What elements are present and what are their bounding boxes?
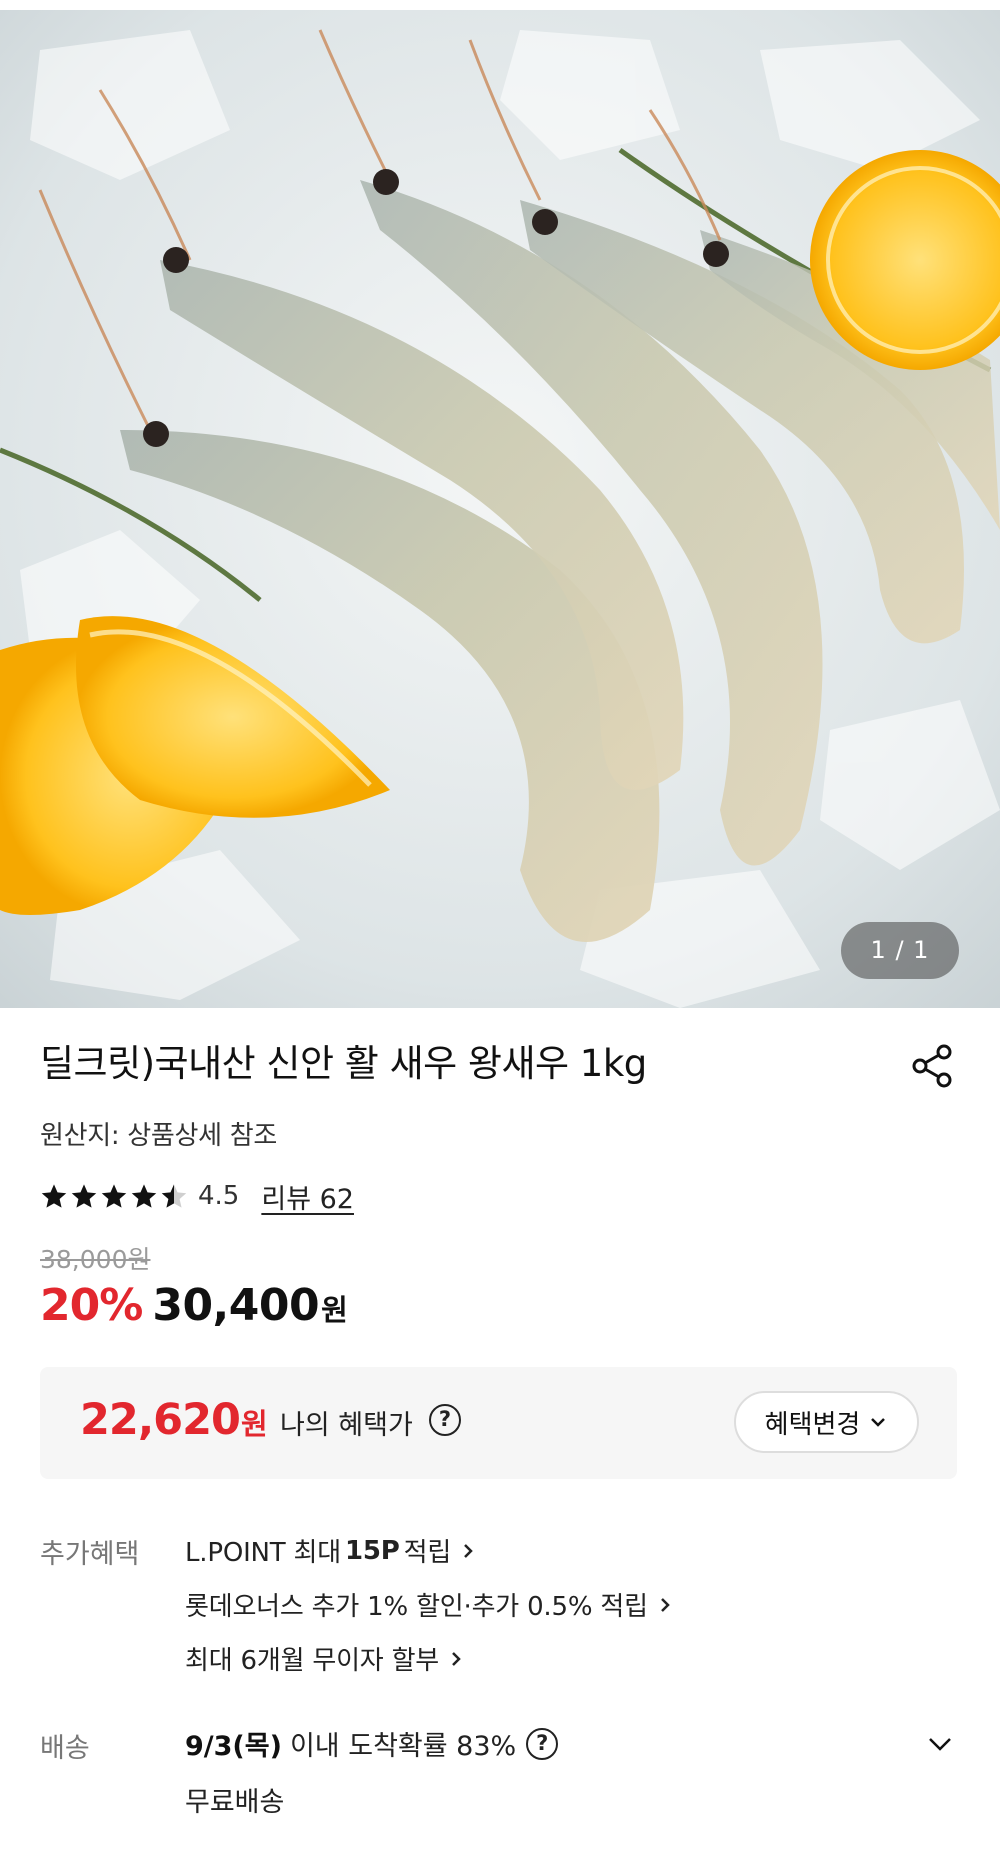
rating-row: 4.5 리뷰 62 xyxy=(40,1176,354,1216)
delivery-label: 배송 xyxy=(40,1733,90,1764)
review-link[interactable]: 리뷰 62 xyxy=(261,1177,354,1216)
help-icon[interactable]: ? xyxy=(526,1727,559,1760)
chevron-right-icon xyxy=(660,1597,670,1612)
delivery-expand-button[interactable] xyxy=(924,1728,956,1760)
price-unit: 원 xyxy=(321,1293,348,1327)
chevron-right-icon xyxy=(464,1543,473,1558)
lotte-owners-benefit-link[interactable]: 롯데오너스 추가 1% 할인·추가 0.5% 적립 xyxy=(185,1586,672,1623)
lotte-owners-text: 롯데오너스 추가 1% 할인·추가 0.5% 적립 xyxy=(185,1592,648,1622)
extra-benefit-label: 추가혜택 xyxy=(40,1539,140,1570)
lpoint-benefit-link[interactable]: L.POINT 최대 15P 적립 xyxy=(185,1532,475,1569)
star-rating xyxy=(40,1182,188,1210)
chevron-right-icon xyxy=(452,1651,461,1666)
original-price: 38,000원 xyxy=(40,1245,151,1274)
star-icon xyxy=(131,1184,157,1208)
help-icon[interactable]: ? xyxy=(429,1404,461,1436)
half-star-icon xyxy=(161,1184,187,1208)
delivery-date: 9/3(목) xyxy=(185,1731,282,1762)
share-icon xyxy=(912,1044,952,1088)
product-image[interactable]: 1 / 1 xyxy=(0,10,1000,1008)
star-icon xyxy=(71,1184,97,1208)
benefit-price-box: 22,620 원 나의 혜택가 ? 혜택변경 xyxy=(40,1367,957,1479)
chevron-down-icon xyxy=(929,1738,951,1751)
change-benefit-button[interactable]: 혜택변경 xyxy=(734,1391,919,1453)
star-icon xyxy=(101,1184,127,1208)
product-detail-page: 1 / 1 딜크릿)국내산 신안 활 새우 왕새우 1kg 원산지: 상품상세 … xyxy=(0,0,1000,1854)
shrimp-photo xyxy=(0,10,1000,1008)
rating-value: 4.5 xyxy=(198,1181,240,1211)
share-button[interactable] xyxy=(908,1042,956,1090)
delivery-estimate: 9/3(목) 이내 도착확률 83% ? xyxy=(185,1724,559,1763)
free-shipping: 무료배송 xyxy=(185,1787,285,1818)
benefit-price-unit: 원 xyxy=(240,1407,268,1441)
delivery-probability: 이내 도착확률 83% xyxy=(289,1731,517,1762)
star-icon xyxy=(41,1184,67,1208)
installment-text: 최대 6개월 무이자 할부 xyxy=(185,1646,440,1676)
installment-benefit-link[interactable]: 최대 6개월 무이자 할부 xyxy=(185,1640,463,1677)
lpoint-suffix: 적립 xyxy=(403,1538,452,1568)
change-benefit-label: 혜택변경 xyxy=(764,1409,861,1440)
chevron-down-icon xyxy=(871,1418,886,1427)
benefit-price-label: 나의 혜택가 xyxy=(280,1410,413,1441)
discount-rate: 20% xyxy=(40,1280,143,1331)
origin-info: 원산지: 상품상세 참조 xyxy=(40,1121,277,1151)
product-title: 딜크릿)국내산 신안 활 새우 왕새우 1kg xyxy=(40,1042,647,1085)
sale-price: 30,400 xyxy=(152,1280,320,1331)
benefit-price: 22,620 원 xyxy=(80,1395,268,1445)
lpoint-text: L.POINT 최대 xyxy=(185,1538,341,1568)
price-row: 20% 30,400 원 xyxy=(40,1280,348,1331)
lpoint-points: 15P xyxy=(345,1535,400,1566)
image-counter: 1 / 1 xyxy=(841,922,959,979)
benefit-price-value: 22,620 xyxy=(80,1395,241,1445)
